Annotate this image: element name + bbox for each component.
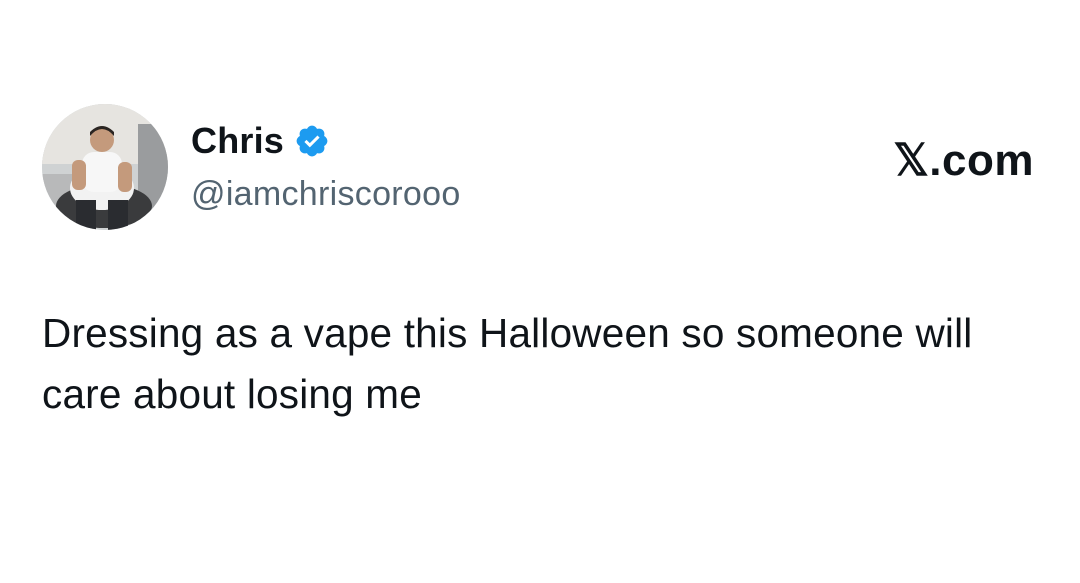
- display-name[interactable]: Chris: [191, 118, 284, 164]
- x-logo: 𝕏.com: [893, 136, 1034, 185]
- tweet-text: Dressing as a vape this Halloween so som…: [42, 310, 973, 417]
- author-name-row: Chris: [191, 118, 330, 164]
- avatar[interactable]: [42, 104, 168, 230]
- author-handle[interactable]: @iamchriscorooo: [191, 172, 461, 216]
- profile-photo-icon: [42, 104, 168, 230]
- verified-badge-icon: [296, 125, 328, 157]
- tweet-card: Chris @iamchriscorooo 𝕏.com Dressing as …: [0, 0, 1080, 583]
